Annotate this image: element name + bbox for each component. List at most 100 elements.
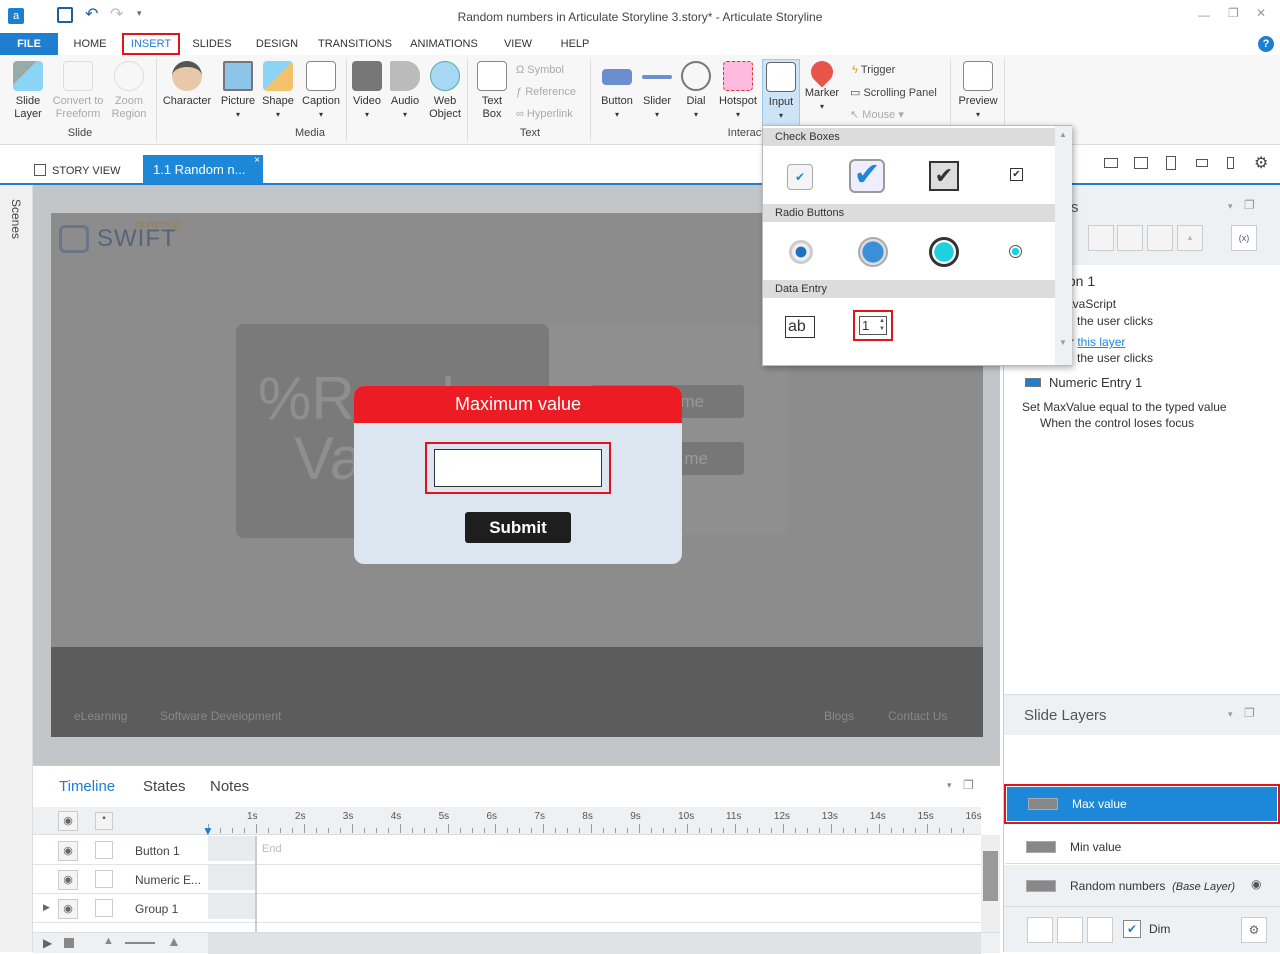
max-value-input[interactable]: [434, 449, 602, 487]
tab-design[interactable]: DESIGN: [248, 33, 306, 55]
eye-icon[interactable]: ◉: [1251, 877, 1261, 891]
new-layer-icon[interactable]: [1027, 917, 1053, 943]
eye-icon[interactable]: ◉: [58, 899, 78, 919]
float-panel-icon[interactable]: ❐: [1244, 198, 1255, 212]
collapse-icon[interactable]: ▾: [1228, 709, 1233, 720]
lock-checkbox[interactable]: [95, 899, 113, 917]
submit-button[interactable]: Submit: [465, 512, 571, 543]
eye-icon[interactable]: ◉: [58, 870, 78, 890]
eye-icon[interactable]: ◉: [58, 841, 78, 861]
desktop-preview-icon[interactable]: [1104, 158, 1118, 168]
slide-layer-button[interactable]: Slide Layer: [6, 61, 50, 121]
copy-icon[interactable]: [1088, 225, 1114, 251]
slider-button[interactable]: Slider ▾: [638, 61, 676, 121]
timeline-row[interactable]: ◉ Button 1 End: [33, 836, 981, 865]
eye-icon[interactable]: ◉: [58, 811, 78, 831]
tab-notes[interactable]: Notes: [210, 778, 249, 795]
close-icon[interactable]: ✕: [1256, 6, 1266, 20]
vertical-scrollbar[interactable]: [981, 835, 1000, 932]
timeline-row[interactable]: [33, 923, 981, 932]
caption-button[interactable]: Caption ▾: [298, 61, 344, 121]
lock-checkbox[interactable]: [95, 870, 113, 888]
float-panel-icon[interactable]: ❐: [963, 778, 974, 792]
phone-portrait-icon[interactable]: [1227, 157, 1234, 169]
radio-style-2[interactable]: [858, 237, 888, 267]
tab-states[interactable]: States: [143, 778, 186, 795]
tab-timeline[interactable]: Timeline: [59, 778, 115, 795]
zoom-slider[interactable]: [125, 942, 155, 944]
gear-icon[interactable]: ⚙: [1241, 917, 1267, 943]
convert-to-freeform-button[interactable]: Convert to Freeform: [48, 61, 108, 121]
dial-button[interactable]: Dial ▾: [678, 61, 714, 121]
checkbox-style-3[interactable]: ✔: [929, 161, 959, 191]
hotspot-button[interactable]: Hotspot ▾: [716, 61, 760, 121]
layer-max-value[interactable]: Max value: [1007, 787, 1277, 821]
stop-icon[interactable]: [64, 938, 74, 948]
radio-style-3[interactable]: [929, 237, 959, 267]
trash-icon[interactable]: [1147, 225, 1173, 251]
float-panel-icon[interactable]: ❐: [1244, 706, 1255, 720]
tab-transitions[interactable]: TRANSITIONS: [312, 33, 398, 55]
trash-icon[interactable]: [1087, 917, 1113, 943]
audio-button[interactable]: Audio ▾: [386, 61, 424, 121]
collapse-icon[interactable]: ▾: [1228, 201, 1233, 212]
shape-button[interactable]: Shape ▾: [258, 61, 298, 121]
layer-base[interactable]: Random numbers (Base Layer) ◉: [1005, 867, 1280, 905]
checkbox-style-4[interactable]: ✔: [1010, 168, 1023, 181]
radio-style-1[interactable]: [789, 240, 813, 264]
mouse-button[interactable]: ↖ Mouse ▾: [850, 108, 904, 121]
input-button[interactable]: Input ▾: [762, 59, 800, 129]
layer-min-value[interactable]: Min value: [1005, 830, 1280, 864]
zoom-out-icon[interactable]: ▲: [103, 935, 114, 947]
hyperlink-button[interactable]: ∞ Hyperlink: [516, 108, 573, 120]
scrolling-panel-button[interactable]: ▭ Scrolling Panel: [850, 86, 937, 99]
dim-checkbox[interactable]: ✔: [1123, 920, 1141, 938]
tab-file[interactable]: FILE: [0, 33, 58, 55]
text-box-button[interactable]: Text Box: [472, 61, 512, 121]
lock-icon[interactable]: ▪: [95, 812, 113, 830]
text-entry-option[interactable]: ab: [785, 316, 815, 338]
story-view-tab[interactable]: STORY VIEW: [34, 164, 120, 177]
trigger-action[interactable]: avaScript: [1066, 297, 1116, 311]
expand-icon[interactable]: ▶: [43, 902, 50, 913]
dropdown-scrollbar[interactable]: ▲ ▼: [1055, 126, 1072, 365]
checkbox-style-1[interactable]: ✔: [787, 164, 813, 190]
tablet-landscape-icon[interactable]: [1134, 157, 1148, 169]
help-icon[interactable]: ?: [1258, 36, 1274, 52]
trigger-action[interactable]: r this layer: [1070, 335, 1125, 349]
timeline-row[interactable]: ◉ Numeric E...: [33, 865, 981, 894]
scenes-panel[interactable]: Scenes: [0, 185, 33, 952]
radio-style-4[interactable]: [1009, 245, 1022, 258]
marker-button[interactable]: Marker ▾: [802, 56, 842, 113]
horizontal-scrollbar[interactable]: [208, 933, 981, 954]
picture-button[interactable]: Picture ▾: [218, 61, 258, 121]
preview-button[interactable]: Preview ▾: [956, 61, 1000, 121]
button-button[interactable]: Button ▾: [596, 61, 638, 121]
zoom-region-button[interactable]: Zoom Region: [106, 61, 152, 121]
minimize-icon[interactable]: —: [1198, 8, 1210, 22]
checkbox-style-2[interactable]: ✔: [849, 158, 885, 193]
restore-icon[interactable]: ❐: [1228, 6, 1239, 20]
symbol-button[interactable]: Ω Symbol: [516, 64, 564, 76]
tab-animations[interactable]: ANIMATIONS: [404, 33, 484, 55]
video-button[interactable]: Video ▾: [348, 61, 386, 121]
duplicate-layer-icon[interactable]: [1057, 917, 1083, 943]
reference-button[interactable]: ƒ Reference: [516, 86, 576, 98]
tab-help[interactable]: HELP: [552, 33, 598, 55]
this-layer-link[interactable]: this layer: [1077, 335, 1125, 349]
close-tab-icon[interactable]: ×: [254, 146, 260, 176]
tablet-portrait-icon[interactable]: [1166, 156, 1176, 170]
phone-landscape-icon[interactable]: [1196, 159, 1208, 167]
tab-view[interactable]: VIEW: [496, 33, 540, 55]
trigger-button[interactable]: ϟ Trigger: [852, 64, 895, 76]
gear-icon[interactable]: ⚙: [1254, 153, 1268, 173]
paste-icon[interactable]: [1117, 225, 1143, 251]
character-button[interactable]: Character: [160, 61, 214, 108]
play-icon[interactable]: ▶: [43, 936, 52, 950]
lock-checkbox[interactable]: [95, 841, 113, 859]
slide-tab[interactable]: 1.1 Random n... ×: [143, 155, 263, 184]
tab-home[interactable]: HOME: [62, 33, 118, 55]
web-object-button[interactable]: Web Object: [424, 61, 466, 121]
numeric-entry-option[interactable]: 1 ▲ ▼: [859, 316, 887, 335]
trigger-action[interactable]: Set MaxValue equal to the typed value: [1022, 400, 1227, 414]
